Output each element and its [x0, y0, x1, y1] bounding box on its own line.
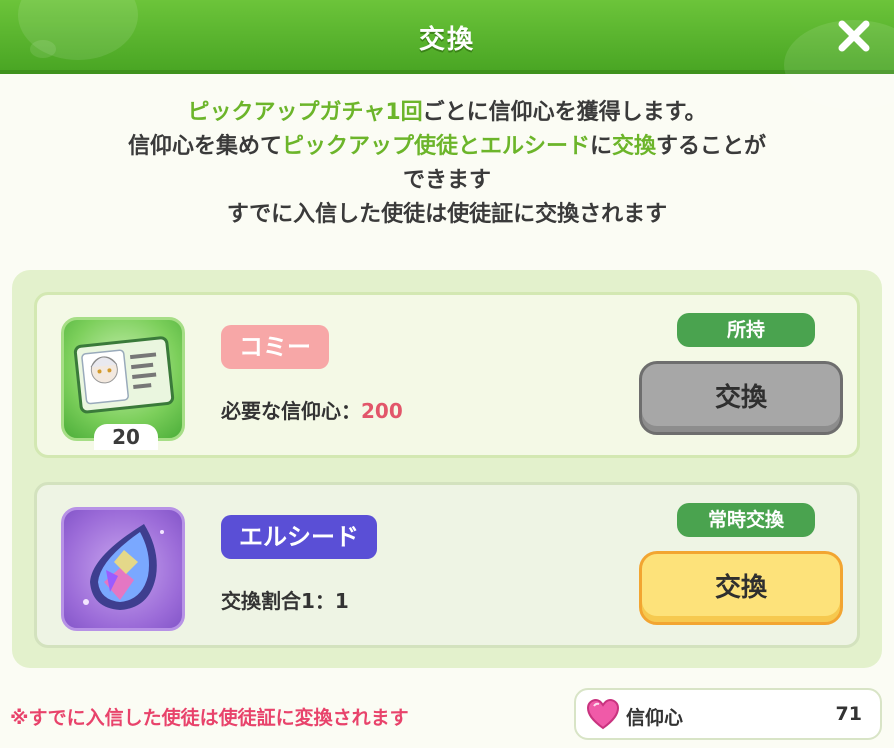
crystal-icon [83, 524, 164, 610]
requirement-label: 必要な信仰心： [221, 399, 361, 423]
exchange-button[interactable]: 交換 [639, 361, 843, 435]
item-icon-frame [61, 507, 185, 631]
currency-value: 71 [835, 703, 862, 725]
exchange-item-commie: 20 コミー 必要な信仰心：200 所持 交換 [34, 292, 860, 458]
desc-highlight: ピックアップガチャ1回 [187, 100, 423, 125]
item-icon-frame: 20 [61, 317, 185, 450]
requirement-value: 200 [361, 399, 403, 423]
requirement-label: 交換割合1：1 [221, 589, 349, 613]
exchange-button[interactable]: 交換 [639, 551, 843, 625]
footer-note: ※すでに入信した使徒は使徒証に変換されます [10, 707, 409, 729]
desc-text: ごとに信仰心を獲得します。 [422, 100, 707, 125]
exchange-item-elseed: エルシード 交換割合1：1 常時交換 交換 [34, 482, 860, 648]
status-badge: 所持 [677, 313, 815, 347]
currency-label: 信仰心 [626, 707, 684, 729]
desc-text: すでに入信した使徒は使徒証に交換されます [226, 202, 668, 227]
dialog-title: 交換 [418, 25, 475, 55]
exchange-list: 20 コミー 必要な信仰心：200 所持 交換 エルシード 交換割合1：1 常時… [12, 270, 882, 668]
desc-highlight: 交換 [612, 134, 657, 159]
status-badge: 常時交換 [677, 503, 815, 537]
desc-text: することが [656, 134, 767, 159]
close-icon[interactable] [832, 14, 876, 58]
item-count: 20 [94, 424, 158, 450]
desc-text: に [589, 134, 612, 159]
requirement: 必要な信仰心：200 [221, 395, 403, 424]
desc-highlight: ピックアップ使徒とエルシード [281, 134, 590, 159]
exchange-description: ピックアップガチャ1回ごとに信仰心を獲得します。 信仰心を集めてピックアップ使徒… [40, 96, 854, 232]
item-name: エルシード [221, 515, 377, 559]
desc-text: できます [402, 168, 491, 193]
currency-display: 信仰心 71 [574, 688, 882, 740]
desc-text: 信仰心を集めて [127, 134, 282, 159]
heart-icon [586, 698, 620, 730]
dialog-header: 交換 [0, 0, 894, 110]
item-name: コミー [221, 325, 329, 369]
card-icon [73, 336, 175, 414]
